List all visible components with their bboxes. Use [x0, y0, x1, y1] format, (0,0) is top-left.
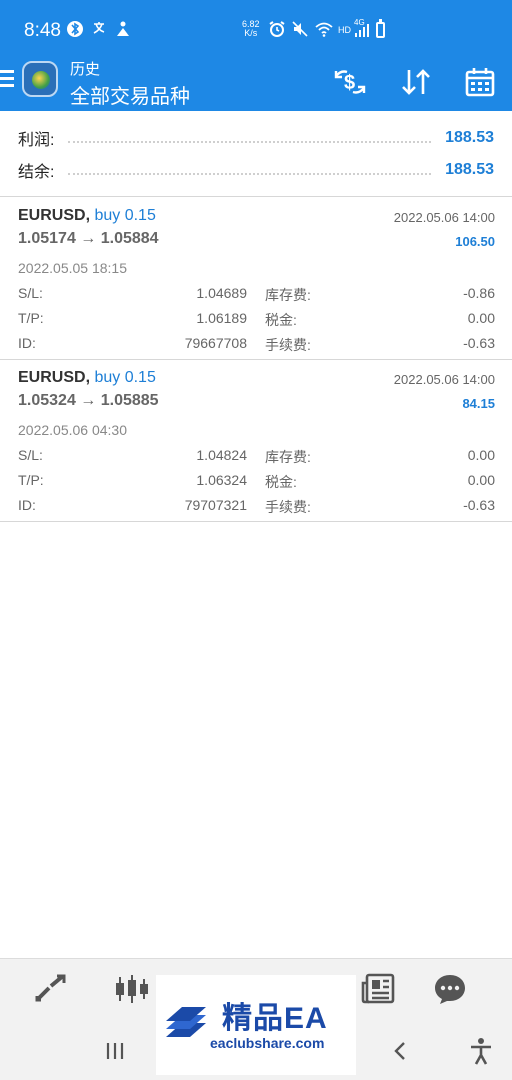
detail-line: ID: 79667708 手续费: -0.63 [18, 332, 495, 357]
balance-row: 结余: 188.53 [18, 156, 494, 184]
net-speed-unit: K/s [244, 28, 258, 38]
detail-line: T/P: 1.06324 税金: 0.00 [18, 469, 495, 494]
tax-label: 税金: [265, 474, 297, 490]
tax-value: 0.00 [467, 472, 495, 488]
swap-value: -0.86 [463, 285, 495, 301]
trade-side: buy 0.15 [94, 207, 156, 224]
watermark-site: eaclubshare.com [210, 1035, 325, 1051]
tp-value: 1.06189 [196, 310, 247, 326]
balance-dots [68, 173, 432, 175]
trade-details: S/L: 1.04824 库存费: 0.00 T/P: 1.06324 税金: … [18, 444, 495, 519]
translate-icon [92, 20, 110, 43]
trade-title: EURUSD, buy 0.15 [18, 369, 156, 387]
trade-prices: 1.05174 → 1.05884 [18, 230, 159, 247]
trade-symbol: EURUSD, [18, 207, 91, 224]
swap-value: 0.00 [467, 447, 495, 463]
app-logo [22, 61, 58, 97]
back-icon[interactable] [384, 1034, 418, 1068]
balance-value: 188.53 [445, 161, 494, 178]
balance-label: 结余: [18, 164, 55, 181]
swap-label: 库存费: [265, 449, 311, 465]
trade-open-time: 2022.05.05 18:15 [18, 260, 127, 276]
bluetooth-share-icon [66, 20, 84, 43]
mute-icon [291, 20, 309, 43]
app-bar: 历史 全部交易品种 $ [0, 58, 512, 111]
profit-label: 利润: [18, 132, 55, 149]
signal-icon [354, 24, 370, 43]
watermark-brand: 精品EA [222, 1002, 328, 1035]
status-bar: 8:48 6.82 K/s HD 4G [0, 0, 512, 58]
commission-value: -0.63 [463, 497, 495, 513]
calendar-icon[interactable] [460, 62, 500, 102]
top-bar: 8:48 6.82 K/s HD 4G 历史 全部交易品种 $ [0, 0, 512, 111]
sl-label: S/L: [18, 447, 43, 463]
detail-line: S/L: 1.04824 库存费: 0.00 [18, 444, 495, 469]
id-label: ID: [18, 497, 36, 513]
news-icon[interactable] [358, 971, 398, 1007]
chart-icon[interactable] [112, 971, 152, 1007]
id-value: 79707321 [184, 497, 247, 513]
accessibility-icon[interactable] [464, 1034, 498, 1068]
wifi-icon [314, 20, 334, 43]
swap-label: 库存费: [265, 287, 311, 303]
summary-panel: 利润: 188.53 结余: 188.53 [0, 111, 512, 197]
profit-value: 188.53 [445, 129, 494, 146]
tp-label: T/P: [18, 472, 44, 488]
id-label: ID: [18, 335, 36, 351]
trade-side: buy 0.15 [94, 369, 156, 386]
sl-value: 1.04689 [196, 285, 247, 301]
sl-value: 1.04824 [196, 447, 247, 463]
alarm-icon [268, 20, 286, 43]
hd-label: HD [338, 25, 351, 35]
net-speed: 6.82 K/s [242, 20, 260, 38]
tp-label: T/P: [18, 310, 44, 326]
symbol-filter[interactable]: 全部交易品种 [70, 80, 190, 109]
id-value: 79667708 [184, 335, 247, 351]
detail-line: T/P: 1.06189 税金: 0.00 [18, 307, 495, 332]
trade-row[interactable]: EURUSD, buy 0.15 2022.05.06 14:00 1.0517… [0, 198, 512, 360]
trade-prices: 1.05324 → 1.05885 [18, 392, 159, 409]
detail-line: ID: 79707321 手续费: -0.63 [18, 494, 495, 519]
commission-label: 手续费: [265, 337, 311, 353]
page-title: 历史 [70, 61, 101, 78]
trade-profit: 106.50 [455, 234, 495, 249]
profit-row: 利润: 188.53 [18, 124, 494, 152]
trade-profit: 84.15 [462, 396, 495, 411]
currency-swap-icon[interactable]: $ [330, 62, 370, 102]
trade-close-time: 2022.05.06 14:00 [393, 210, 495, 225]
tax-value: 0.00 [467, 310, 495, 326]
trade-open-time: 2022.05.06 04:30 [18, 422, 127, 438]
status-time: 8:48 [24, 20, 61, 41]
trade-title: EURUSD, buy 0.15 [18, 207, 156, 225]
commission-value: -0.63 [463, 335, 495, 351]
sl-label: S/L: [18, 285, 43, 301]
tp-value: 1.06324 [196, 472, 247, 488]
watermark: 精品EA eaclubshare.com [156, 975, 356, 1075]
quotes-icon[interactable] [30, 971, 70, 1007]
recent-apps-icon[interactable] [98, 1034, 132, 1068]
sort-icon[interactable] [396, 62, 436, 102]
trade-symbol: EURUSD, [18, 369, 91, 386]
detail-line: S/L: 1.04689 库存费: -0.86 [18, 282, 495, 307]
tax-label: 税金: [265, 312, 297, 328]
chat-icon[interactable] [430, 971, 470, 1007]
trade-row[interactable]: EURUSD, buy 0.15 2022.05.06 14:00 1.0532… [0, 360, 512, 522]
trade-close-time: 2022.05.06 14:00 [393, 372, 495, 387]
profit-dots [68, 141, 432, 143]
svg-text:$: $ [344, 72, 355, 94]
trade-details: S/L: 1.04689 库存费: -0.86 T/P: 1.06189 税金:… [18, 282, 495, 357]
person-icon [114, 20, 132, 43]
battery-icon [376, 19, 385, 38]
menu-icon[interactable] [0, 70, 14, 90]
watermark-logo-icon [162, 997, 210, 1045]
commission-label: 手续费: [265, 499, 311, 515]
